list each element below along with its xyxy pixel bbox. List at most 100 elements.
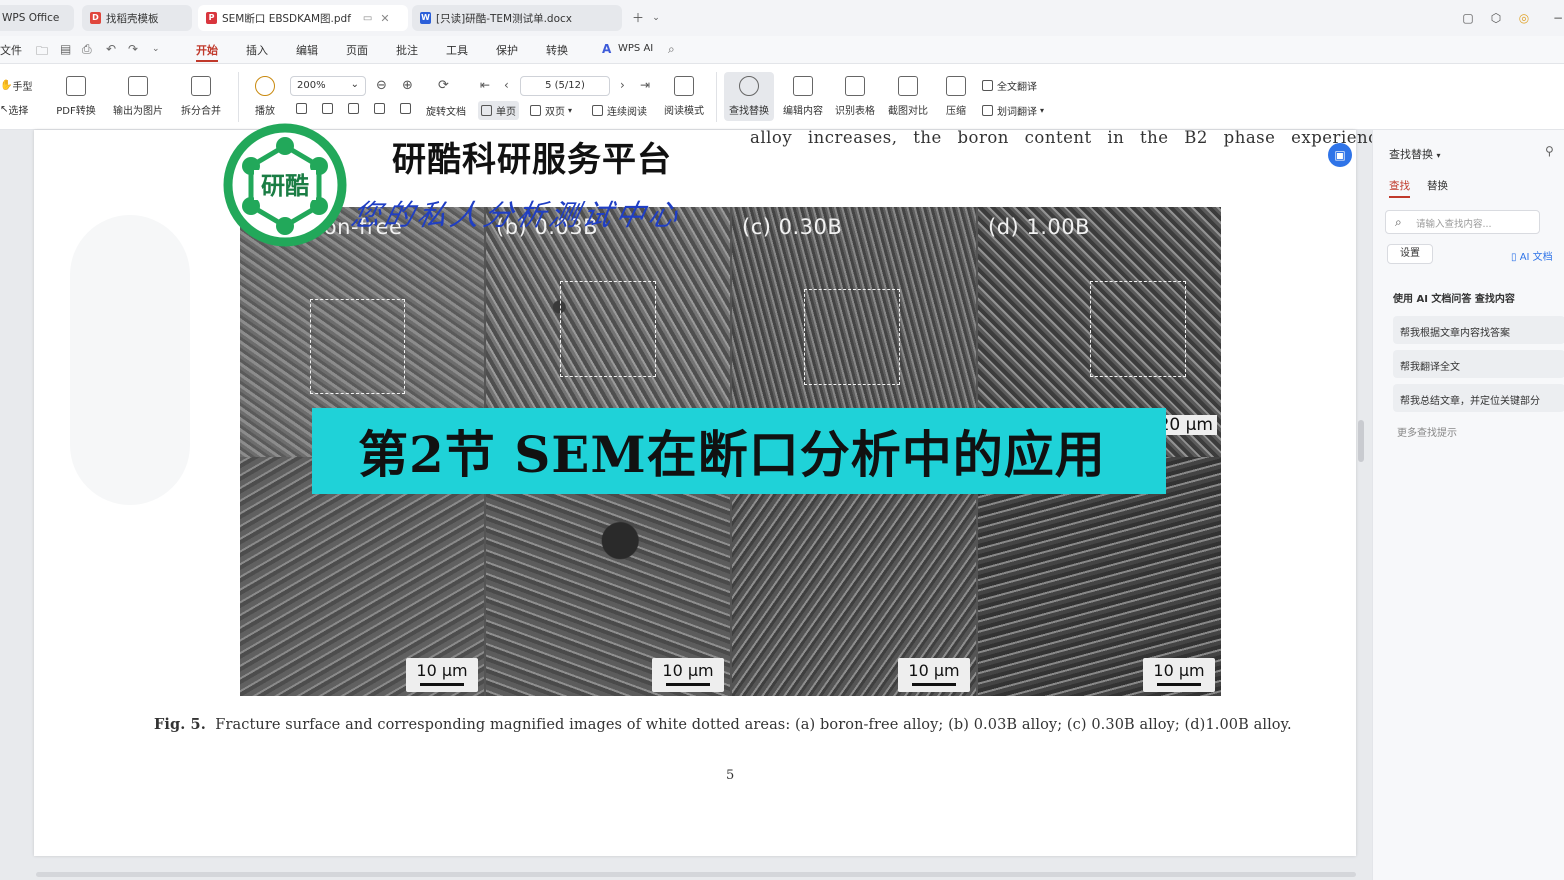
pdf-convert-icon xyxy=(66,76,86,96)
menu-edit[interactable]: 编辑 xyxy=(296,42,318,58)
menu-wps-ai[interactable]: WPS AI xyxy=(618,43,653,54)
panel-title[interactable]: 查找替换 ▾ xyxy=(1389,146,1441,162)
fit-page-button[interactable] xyxy=(348,103,363,114)
menu-page[interactable]: 页面 xyxy=(346,42,368,58)
tab-label: WPS Office xyxy=(2,12,60,24)
play-icon xyxy=(255,76,275,96)
more-tips-link[interactable]: 更多查找提示 xyxy=(1397,424,1457,439)
magnified-area-box xyxy=(310,299,405,394)
panel-title-label: 查找替换 xyxy=(1389,148,1433,161)
zoom-select[interactable]: 200% ⌄ xyxy=(290,76,366,96)
select-tool-button[interactable]: ↖ 选择 xyxy=(0,102,28,117)
export-image-label: 输出为图片 xyxy=(113,106,163,117)
rotate-icon[interactable]: ⟳ xyxy=(438,78,449,93)
zoom-in-icon[interactable]: ⊕ xyxy=(402,78,413,93)
hand-tool-button[interactable]: ✋ 手型 xyxy=(0,78,32,93)
section-banner: 第2节 SEM在断口分析中的应用 xyxy=(312,408,1166,494)
double-page-button[interactable]: 双页 ▾ xyxy=(530,103,572,118)
tab-word-document[interactable]: W [只读]研酷-TEM测试单.docx xyxy=(412,5,622,31)
fit-height-button[interactable] xyxy=(322,103,337,114)
floating-assistant-button[interactable]: ▣ xyxy=(1328,143,1352,167)
menu-insert[interactable]: 插入 xyxy=(246,42,268,58)
suggestion-item[interactable]: 帮我总结文章，并定位关键部分 xyxy=(1393,384,1564,412)
close-tab-icon[interactable]: ✕ xyxy=(380,12,389,25)
ai-doc-link[interactable]: ▯ AI 文档 xyxy=(1511,248,1553,263)
previous-page-icon[interactable]: ‹ xyxy=(504,78,509,92)
redo-icon[interactable]: ↷ xyxy=(128,42,138,56)
undo-icon[interactable]: ↶ xyxy=(106,42,116,56)
avatar[interactable]: ◎ xyxy=(1516,10,1532,26)
tab-wps-office[interactable]: WPS Office xyxy=(0,5,74,31)
cube-icon[interactable]: ⬡ xyxy=(1488,10,1504,26)
reading-mode-button[interactable]: 阅读模式 xyxy=(660,76,708,117)
menu-tools[interactable]: 工具 xyxy=(446,42,468,58)
ai-qa-label: 使用 AI 文档问答 查找内容 xyxy=(1393,294,1515,305)
tab-label: SEM断口 EBSDKAM图.pdf xyxy=(222,12,351,25)
menu-convert[interactable]: 转换 xyxy=(546,42,568,58)
menu-annotate[interactable]: 批注 xyxy=(396,42,418,58)
continuous-read-button[interactable]: 连续阅读 xyxy=(592,103,647,118)
play-label: 播放 xyxy=(255,106,275,117)
reading-mode-label: 阅读模式 xyxy=(664,106,704,117)
single-page-button[interactable]: 单页 xyxy=(478,101,519,120)
scale-label: 10 μm xyxy=(1153,661,1205,680)
screen-icon[interactable]: ▭ xyxy=(363,13,372,24)
tab-pdf-document[interactable]: P SEM断口 EBSDKAM图.pdf ▭ ✕ xyxy=(198,5,408,31)
rotate-right-button[interactable] xyxy=(400,103,415,114)
more-chevron-icon[interactable]: ⌄ xyxy=(152,44,160,54)
tab-label: 找稻壳模板 xyxy=(106,12,159,25)
tab-list-chevron-icon[interactable]: ⌄ xyxy=(648,10,664,26)
menu-protect[interactable]: 保护 xyxy=(496,42,518,58)
split-merge-button[interactable]: 拆分合并 xyxy=(174,76,228,117)
suggestion-item[interactable]: 帮我根据文章内容找答案 xyxy=(1393,316,1564,344)
screenshot-compare-button[interactable]: 截图对比 xyxy=(884,76,932,117)
rotate-left-button[interactable] xyxy=(374,103,389,114)
search-placeholder: 请输入查找内容... xyxy=(1416,219,1492,230)
brand-title: 研酷科研服务平台 xyxy=(392,140,672,180)
print-icon[interactable]: ⎙ xyxy=(82,42,92,57)
fit-width-button[interactable] xyxy=(296,103,311,114)
tab-replace[interactable]: 替换 xyxy=(1427,178,1448,193)
tab-bar: WPS Office D 找稻壳模板 P SEM断口 EBSDKAM图.pdf … xyxy=(0,0,1564,36)
suggestion-item[interactable]: 帮我翻译全文 xyxy=(1393,350,1564,378)
tab-docer[interactable]: D 找稻壳模板 xyxy=(82,5,192,31)
caption-text: Fracture surface and corresponding magni… xyxy=(215,717,1292,733)
new-tab-icon[interactable]: ＋ xyxy=(630,10,646,26)
caption-prefix: Fig. 5. xyxy=(154,716,206,733)
zoom-out-icon[interactable]: ⊖ xyxy=(376,78,387,93)
settings-button[interactable]: 设置 xyxy=(1387,244,1433,264)
find-replace-button[interactable]: 查找替换 xyxy=(724,72,774,121)
window-control-icon[interactable]: − xyxy=(1550,10,1564,26)
pdf-convert-button[interactable]: PDF转换 xyxy=(50,76,102,117)
edit-content-button[interactable]: 编辑内容 xyxy=(778,76,828,117)
search-icon[interactable]: ⌕ xyxy=(668,42,675,57)
play-button[interactable]: 播放 xyxy=(250,76,280,117)
export-image-button[interactable]: 输出为图片 xyxy=(108,76,168,117)
menu-file[interactable]: 文件 xyxy=(0,42,22,58)
scale-bar-line xyxy=(666,683,710,686)
page-number-input[interactable]: 5 (5/12) xyxy=(520,76,610,96)
full-translate-button[interactable]: 全文翻译 xyxy=(982,78,1037,93)
last-page-icon[interactable]: ⇥ xyxy=(640,78,650,92)
figure-caption: Fig. 5. Fracture surface and correspondi… xyxy=(154,716,1292,733)
scale-bar: 10 μm xyxy=(898,658,970,692)
save-icon[interactable]: ▤ xyxy=(60,42,71,56)
rotate-document-button[interactable]: 旋转文档 xyxy=(426,103,466,118)
pin-icon[interactable]: ⚲ xyxy=(1545,144,1554,158)
menu-home[interactable]: 开始 xyxy=(196,42,218,62)
tab-find[interactable]: 查找 xyxy=(1389,178,1410,198)
word-translate-button[interactable]: 划词翻译 ▾ xyxy=(982,103,1044,118)
horizontal-scrollbar[interactable] xyxy=(36,872,1356,877)
window-restore-icon[interactable]: ▢ xyxy=(1460,10,1476,26)
search-input[interactable]: ⌕ 请输入查找内容... xyxy=(1385,210,1540,234)
next-page-icon[interactable]: › xyxy=(620,78,625,92)
fit-height-icon xyxy=(322,103,333,114)
compress-button[interactable]: 压缩 xyxy=(936,76,976,117)
cursor-icon: ↖ xyxy=(0,104,9,115)
first-page-icon[interactable]: ⇤ xyxy=(480,78,490,92)
translate-icon xyxy=(982,80,993,91)
vertical-scrollbar[interactable] xyxy=(1358,420,1364,462)
menu-bar: 文件 🗀 ▤ ⎙ ↶ ↷ ⌄ 开始 插入 编辑 页面 批注 工具 保护 转换 A… xyxy=(0,36,1564,64)
recognize-table-button[interactable]: 识别表格 xyxy=(830,76,880,117)
open-folder-icon[interactable]: 🗀 xyxy=(36,42,48,63)
